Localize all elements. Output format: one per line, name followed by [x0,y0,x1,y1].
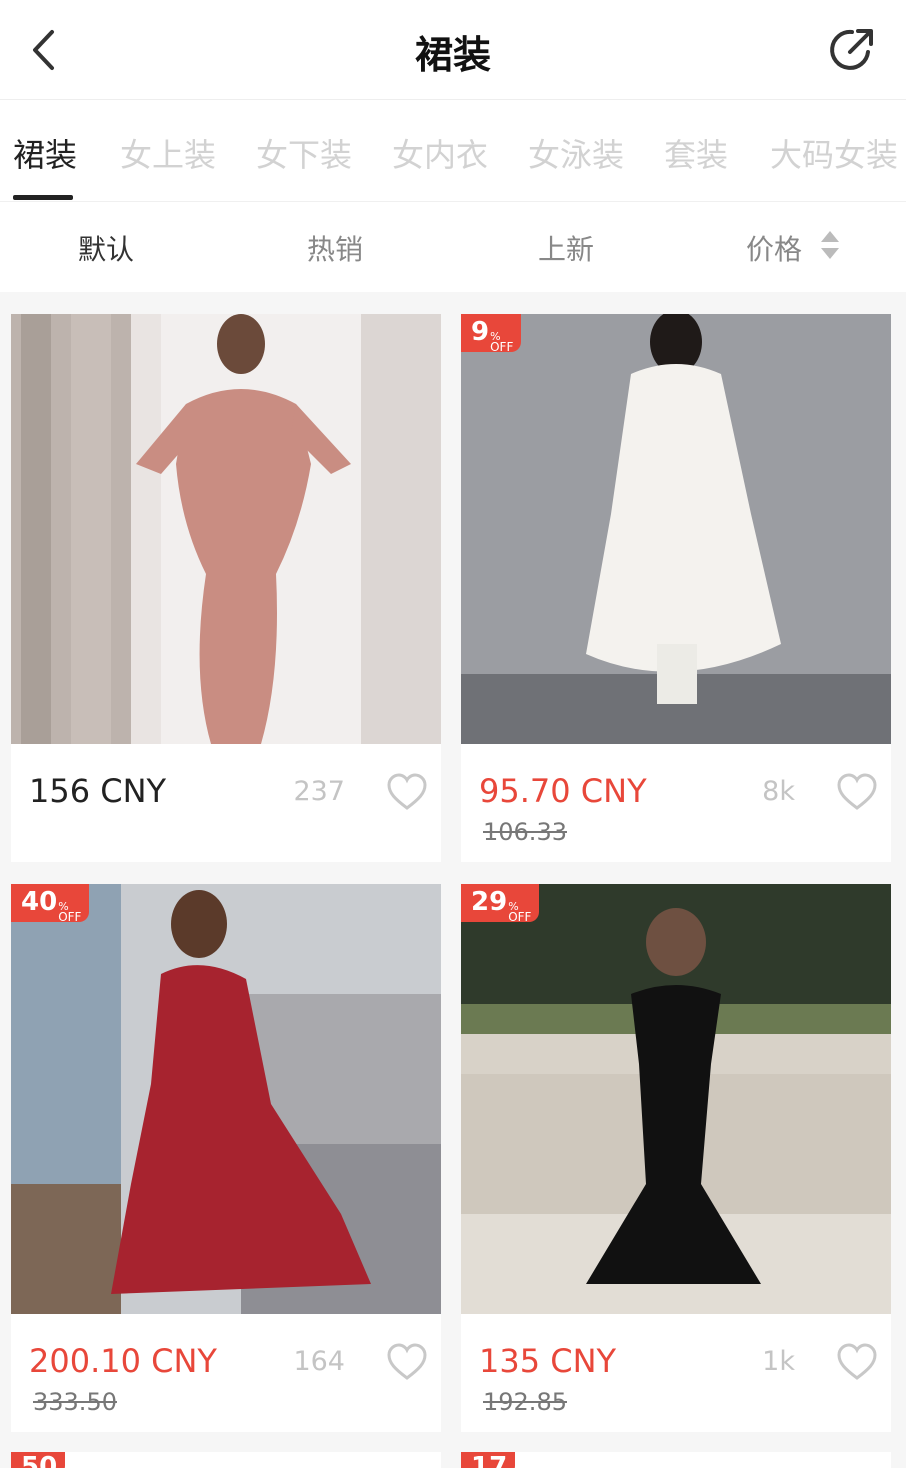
tab-underwear[interactable]: 女内衣 [392,130,488,176]
like-count: 8k [762,776,795,807]
tab-plus-size[interactable]: 大码女装 [770,130,898,176]
original-price: 333.50 [33,1388,117,1416]
product-price: 200.10 CNY [29,1342,217,1380]
heart-icon[interactable] [835,772,879,812]
discount-badge: 40 % OFF [11,884,90,923]
tab-sets[interactable]: 套装 [664,130,728,176]
tab-swimwear[interactable]: 女泳装 [528,130,624,176]
product-card[interactable]: 9 % OFF 95.70 CNY 106.33 8k [461,314,891,862]
share-button[interactable] [826,24,878,76]
sort-arrows-icon[interactable] [818,228,842,262]
category-tabs: 裙装 女上装 女下装 女内衣 女泳装 套装 大码女装 [0,100,906,202]
page-title: 裙装 [414,33,491,77]
product-price: 156 CNY [29,772,167,810]
discount-badge: 9 % OFF [461,314,522,353]
product-card[interactable]: 29 % OFF 135 CNY 192.85 1k [461,884,891,1432]
product-card-peek[interactable]: 17 [461,1452,891,1468]
product-image[interactable]: 29 % OFF [461,884,891,1314]
heart-icon[interactable] [835,1342,879,1382]
original-price: 106.33 [483,818,567,846]
sort-hot[interactable]: 热销 [307,228,363,268]
share-icon [830,29,873,70]
like-count: 1k [762,1346,795,1377]
top-bar: 裙装 [0,0,906,100]
sort-price[interactable]: 价格 [746,228,802,268]
product-price: 95.70 CNY [479,772,647,810]
tab-tops[interactable]: 女上装 [120,130,216,176]
discount-badge: 17 [461,1452,516,1468]
sort-new[interactable]: 上新 [538,228,594,268]
original-price: 192.85 [483,1388,567,1416]
like-count: 164 [293,1346,345,1377]
product-image[interactable]: 9 % OFF [461,314,891,744]
product-card[interactable]: 156 CNY 237 [11,314,441,862]
active-tab-indicator [13,195,73,200]
sort-bar: 默认 热销 上新 价格 [0,202,906,292]
discount-badge: 29 % OFF [461,884,540,923]
sort-default[interactable]: 默认 [78,228,134,268]
product-price: 135 CNY [479,1342,617,1380]
product-image[interactable] [11,314,441,744]
product-card-peek[interactable]: 50 [11,1452,441,1468]
product-card[interactable]: 40 % OFF 200.10 CNY 333.50 164 [11,884,441,1432]
heart-icon[interactable] [385,1342,429,1382]
heart-icon[interactable] [385,772,429,812]
like-count: 237 [293,776,345,807]
tab-bottoms[interactable]: 女下装 [256,130,352,176]
tab-dresses[interactable]: 裙装 [13,130,77,176]
discount-badge: 50 [11,1452,66,1468]
product-image[interactable]: 40 % OFF [11,884,441,1314]
